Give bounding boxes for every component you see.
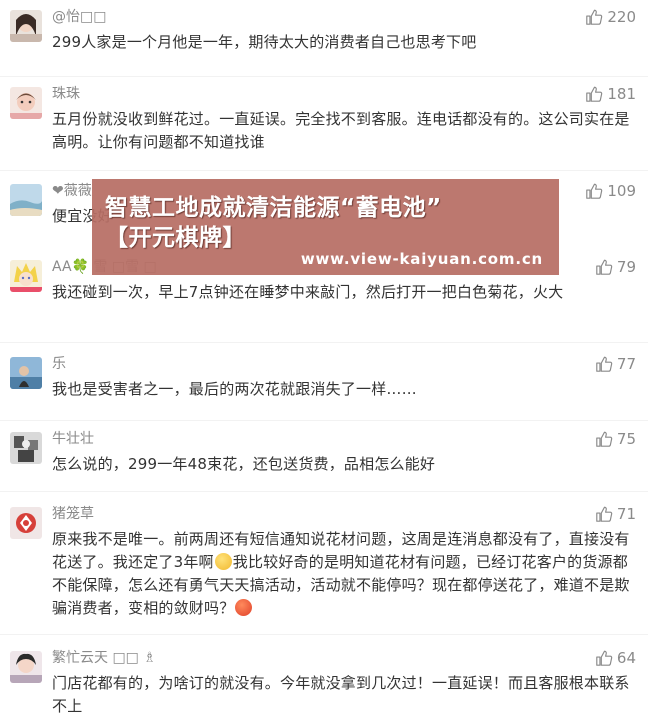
comment-item: 珠珠 181 五月份就没收到鲜花过。一直延误。完全找不到客服。连电话都没有的。这…: [0, 83, 648, 163]
user-avatar[interactable]: [10, 507, 42, 539]
thumbs-up-icon: [586, 9, 603, 25]
like-button[interactable]: 181: [585, 83, 636, 105]
user-avatar[interactable]: [10, 87, 42, 119]
comment-username[interactable]: 繁忙云天 □□ ♗: [52, 647, 156, 669]
thumbs-up-icon: [596, 650, 613, 666]
comment-text: 门店花都有的，为啥订的就没有。今年就没拿到几次过！一直延误！而且客服根本联系不上: [52, 674, 630, 715]
like-button[interactable]: 79: [595, 256, 636, 278]
comment-item: @怡□□ 220 299人家是一个月他是一年，期待太大的消费者自己也思考下吧: [0, 6, 648, 66]
comment-text: 原来我不是唯一。前两周还有短信通知说花材问题，这周是连消息都没有了，直接没有花送…: [52, 528, 630, 620]
user-avatar[interactable]: [10, 651, 42, 683]
user-avatar[interactable]: [10, 184, 42, 216]
comment-text: 299人家是一个月他是一年，期待太大的消费者自己也思考下吧: [52, 33, 477, 51]
thumbs-up-icon: [596, 259, 613, 275]
comment-text: 我还碰到一次，早上7点钟还在睡梦中来敲门，然后打开一把白色菊花，火大: [52, 283, 564, 301]
thumbs-up-icon: [586, 183, 603, 199]
comment-username[interactable]: 珠珠: [52, 83, 80, 105]
comment-username[interactable]: ❤薇薇: [52, 180, 92, 202]
watermark-url: www.view-kaiyuan.com.cn: [300, 250, 543, 268]
comment-item: 繁忙云天 □□ ♗ 64 门店花都有的，为啥订的就没有。今年就没拿到几次过！一直…: [0, 647, 648, 719]
angry-emoji-icon: [235, 599, 253, 616]
comment-username[interactable]: 乐: [52, 353, 66, 375]
divider: [0, 342, 648, 343]
like-button[interactable]: 64: [595, 647, 636, 669]
user-avatar[interactable]: [10, 10, 42, 42]
watermark-title-line: 【开元棋牌】: [105, 225, 246, 251]
like-button[interactable]: 109: [585, 180, 636, 202]
like-count: 181: [607, 85, 636, 103]
user-avatar[interactable]: [10, 432, 42, 464]
like-button[interactable]: 77: [595, 353, 636, 375]
shocked-emoji-icon: [214, 553, 232, 570]
comment-username[interactable]: @怡□□: [52, 6, 106, 28]
comment-text: 五月份就没收到鲜花过。一直延误。完全找不到客服。连电话都没有的。这公司实在是高明…: [52, 110, 630, 151]
like-count: 109: [607, 182, 636, 200]
like-button[interactable]: 71: [595, 503, 636, 525]
comment-text: 怎么说的，299一年48束花，还包送货费，品相怎么能好: [52, 455, 436, 473]
divider: [0, 491, 648, 492]
comment-text: 我也是受害者之一，最后的两次花就跟消失了一样……: [52, 380, 417, 398]
like-count: 77: [616, 355, 636, 373]
divider: [0, 170, 648, 171]
comment-item: 乐 77 我也是受害者之一，最后的两次花就跟消失了一样……: [0, 353, 648, 413]
thumbs-up-icon: [596, 506, 613, 522]
like-count: 64: [616, 649, 636, 667]
watermark-title: 智慧工地成就清洁能源“蓄电池” 【开元棋牌】: [105, 193, 442, 253]
user-avatar[interactable]: [10, 260, 42, 292]
thumbs-up-icon: [596, 431, 613, 447]
divider: [0, 76, 648, 77]
divider: [0, 420, 648, 421]
like-count: 71: [616, 505, 636, 523]
thumbs-up-icon: [586, 86, 603, 102]
watermark-title-line: 智慧工地成就清洁能源“蓄电池”: [105, 195, 442, 221]
like-count: 220: [607, 8, 636, 26]
comment-username[interactable]: 猪笼草: [52, 503, 94, 525]
like-button[interactable]: 75: [595, 428, 636, 450]
comment-item: 猪笼草 71 原来我不是唯一。前两周还有短信通知说花材问题，这周是连消息都没有了…: [0, 503, 648, 628]
like-count: 79: [616, 258, 636, 276]
comment-item: 牛壮壮 75 怎么说的，299一年48束花，还包送货费，品相怎么能好: [0, 428, 648, 488]
like-button[interactable]: 220: [585, 6, 636, 28]
divider: [0, 634, 648, 635]
comment-username[interactable]: 牛壮壮: [52, 428, 94, 450]
watermark-overlay: 智慧工地成就清洁能源“蓄电池” 【开元棋牌】 www.view-kaiyuan.…: [92, 179, 559, 275]
like-count: 75: [616, 430, 636, 448]
user-avatar[interactable]: [10, 357, 42, 389]
thumbs-up-icon: [596, 356, 613, 372]
